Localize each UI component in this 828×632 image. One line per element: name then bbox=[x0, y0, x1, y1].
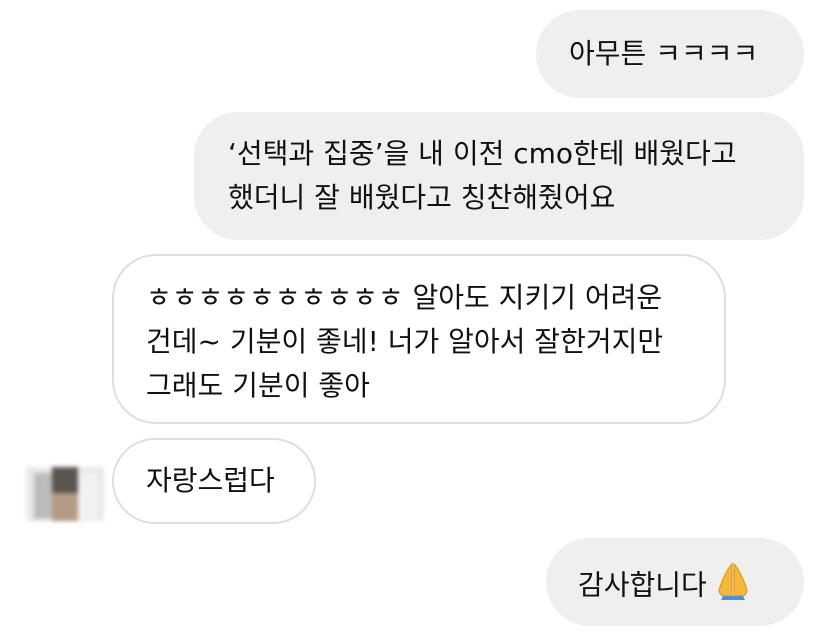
sender-avatar[interactable] bbox=[26, 467, 104, 521]
sent-message-bubble[interactable]: 아무튼 ㅋㅋㅋㅋ bbox=[536, 10, 804, 98]
sent-message-bubble[interactable]: ‘선택과 집중’을 내 이전 cmo한테 배웠다고 했더니 잘 배웠다고 칭찬해… bbox=[194, 112, 804, 240]
message-text: ‘선택과 집중’을 내 이전 cmo한테 배웠다고 bbox=[228, 137, 737, 170]
message-text: 자랑스럽다 bbox=[146, 464, 275, 497]
chat-thread: 아무튼 ㅋㅋㅋㅋ ‘선택과 집중’을 내 이전 cmo한테 배웠다고 했더니 잘… bbox=[0, 0, 828, 632]
received-message-bubble[interactable]: ㅎㅎㅎㅎㅎㅎㅎㅎㅎㅎ 알아도 지키기 어려운 건데~ 기분이 좋네! 너가 알아… bbox=[112, 254, 726, 424]
message-text: 그래도 기분이 좋아 bbox=[146, 369, 370, 402]
received-message-bubble[interactable]: 자랑스럽다 bbox=[112, 438, 316, 524]
sent-message-bubble[interactable]: 감사합니다 bbox=[546, 538, 804, 626]
folded-hands-icon bbox=[715, 560, 751, 613]
message-text: 아무튼 ㅋㅋㅋㅋ bbox=[569, 37, 759, 70]
message-text: ㅎㅎㅎㅎㅎㅎㅎㅎㅎㅎ 알아도 지키기 어려운 bbox=[146, 281, 663, 314]
message-text: 건데~ 기분이 좋네! 너가 알아서 잘한거지만 bbox=[146, 325, 664, 358]
message-text: 감사합니다 bbox=[578, 568, 707, 602]
message-text: 했더니 잘 배웠다고 칭찬해줬어요 bbox=[228, 181, 616, 214]
